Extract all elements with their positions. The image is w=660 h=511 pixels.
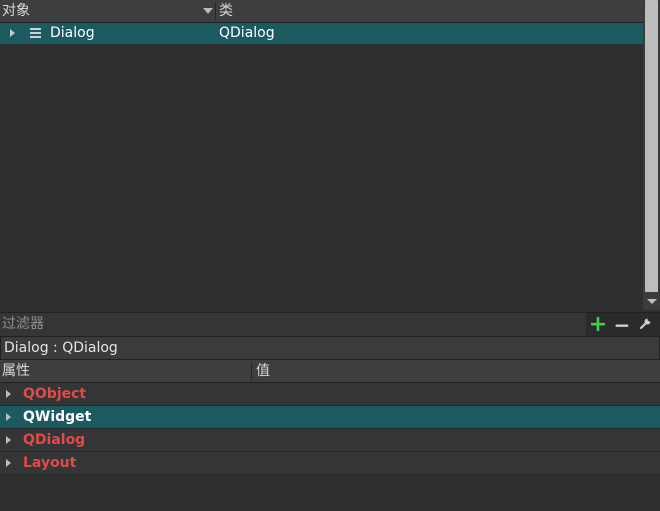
- property-group-label: QObject: [23, 386, 87, 402]
- property-editor-empty-area: [0, 475, 660, 511]
- property-group-label: QDialog: [23, 432, 86, 448]
- filter-input[interactable]: [2, 313, 582, 336]
- property-group-label: QWidget: [23, 409, 92, 425]
- column-header-property[interactable]: 属性: [2, 360, 30, 382]
- expand-arrow-icon[interactable]: [6, 413, 11, 421]
- property-group-label: Layout: [23, 455, 77, 471]
- property-group-qwidget[interactable]: QWidget: [0, 406, 660, 429]
- column-header-value[interactable]: 值: [256, 360, 270, 382]
- column-separator[interactable]: [251, 362, 252, 380]
- expand-arrow-icon[interactable]: [6, 390, 11, 398]
- property-group-qobject[interactable]: QObject: [0, 383, 660, 406]
- tree-row-dialog[interactable]: Dialog QDialog: [0, 23, 643, 44]
- scrollbar-thumb[interactable]: [645, 0, 658, 292]
- list-icon: [30, 28, 41, 39]
- column-separator[interactable]: [215, 2, 216, 20]
- column-header-object[interactable]: 对象: [2, 0, 214, 22]
- filter-tools: + −: [586, 313, 660, 336]
- scroll-down-icon[interactable]: [643, 293, 660, 310]
- property-group-qdialog[interactable]: QDialog: [0, 429, 660, 452]
- vertical-scrollbar[interactable]: [643, 0, 660, 310]
- object-tree: Dialog QDialog: [0, 23, 643, 310]
- column-header-class[interactable]: 类: [219, 0, 233, 22]
- property-group-layout[interactable]: Layout: [0, 452, 660, 475]
- wrench-icon[interactable]: [636, 315, 656, 335]
- property-editor-header: 属性 值: [0, 360, 660, 383]
- current-object-text: Dialog : QDialog: [4, 340, 118, 356]
- object-class: QDialog: [219, 25, 275, 41]
- expand-arrow-icon[interactable]: [10, 29, 15, 37]
- sort-indicator-icon: [203, 8, 213, 14]
- filter-toolbar: + −: [0, 312, 660, 336]
- current-object-label: Dialog : QDialog: [0, 336, 660, 360]
- object-name: Dialog: [50, 25, 95, 41]
- add-icon[interactable]: +: [588, 314, 608, 336]
- object-inspector-header: 对象 类: [0, 0, 643, 23]
- expand-arrow-icon[interactable]: [6, 436, 11, 444]
- remove-icon[interactable]: −: [612, 315, 632, 335]
- expand-arrow-icon[interactable]: [6, 459, 11, 467]
